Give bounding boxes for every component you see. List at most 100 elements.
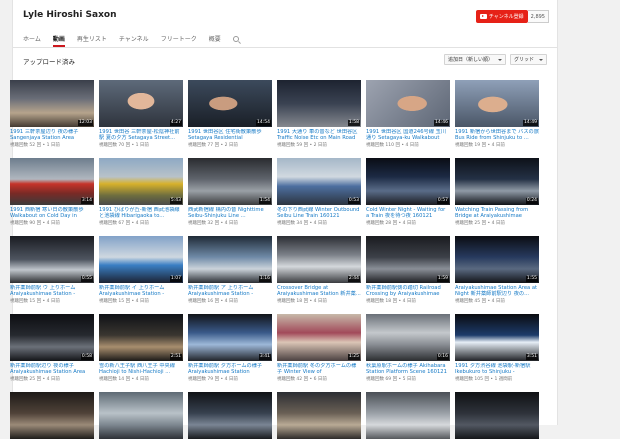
video-thumbnail[interactable]: 14:49 bbox=[455, 80, 539, 127]
video-card[interactable]: 0:53 冬の下り西武線 Winter Outbound Seibu Line T… bbox=[277, 158, 361, 226]
video-card[interactable]: 14:46 1991 世田谷区 国道246号線 玉川通り Setagaya-ku … bbox=[366, 80, 450, 148]
video-title-link[interactable]: 新井薬師前駅 ウ 上りホーム Araiyakushimae Station - bbox=[10, 285, 94, 297]
video-title-link[interactable]: 1991 三軒茶屋辺り 夜の様子 Sangenjaya Station Area bbox=[10, 129, 94, 141]
video-card[interactable]: 0:58 新井薬師前駅辺り 夜の様子 Araiyakushimae Station… bbox=[10, 314, 94, 382]
video-thumbnail[interactable] bbox=[10, 392, 94, 439]
video-card[interactable]: 14:54 1991 世田谷区 住宅街散策散歩 Setagaya Resident… bbox=[188, 80, 272, 148]
video-thumbnail[interactable]: 1:07 bbox=[99, 236, 183, 283]
search-icon[interactable] bbox=[232, 36, 239, 42]
video-title-link[interactable]: Cold Winter Night - Waiting for a Train … bbox=[366, 207, 450, 219]
video-title-link[interactable]: 1991 夕方渋谷線 池袋駅-新宿駅 Ikebukuro to Shinjuku… bbox=[455, 363, 539, 375]
video-thumbnail[interactable]: 1:16 bbox=[188, 236, 272, 283]
video-title-link[interactable]: Araiyakushimae Station Area at Night 新井薬… bbox=[455, 285, 539, 297]
video-card[interactable] bbox=[10, 392, 94, 439]
video-thumbnail[interactable]: 14:46 bbox=[366, 80, 450, 127]
video-title-link[interactable]: 1991 ひばりが丘-新宿 西武池袋線と池袋線 Hibarigaoka to..… bbox=[99, 207, 183, 219]
video-meta: 視聴回数 52 回 • 1 日前 bbox=[10, 143, 60, 149]
view-dropdown[interactable]: グリッド bbox=[509, 54, 547, 65]
video-thumbnail[interactable]: 0:24 bbox=[455, 158, 539, 205]
video-card[interactable] bbox=[99, 392, 183, 439]
video-title-link[interactable]: 冬の下り西武線 Winter Outbound Seibu Line Train… bbox=[277, 207, 361, 219]
video-thumbnail[interactable]: 1:59 bbox=[366, 236, 450, 283]
video-thumbnail[interactable] bbox=[188, 392, 272, 439]
video-title-link[interactable]: 新井薬師前駅側の踏切 Railroad Crossing by Araiyaku… bbox=[366, 285, 450, 297]
tab-playlists[interactable]: 再生リスト bbox=[77, 34, 107, 47]
video-card[interactable]: 1:16 新井薬師前駅 ア 上りホーム Araiyakushimae Statio… bbox=[188, 236, 272, 304]
video-card[interactable]: 3:51 1991 夕方渋谷線 池袋駅-新宿駅 Ikebukuro to Shin… bbox=[455, 314, 539, 382]
video-card[interactable]: 1:59 新井薬師前駅側の踏切 Railroad Crossing by Arai… bbox=[366, 236, 450, 304]
video-title-link[interactable]: 1991 西新宿 寒い日の散策散歩 Walkabout on Cold Day … bbox=[10, 207, 94, 219]
video-thumbnail[interactable]: 2:44 bbox=[277, 236, 361, 283]
video-card[interactable]: 4:27 1991 世田谷 三軒茶屋-松陰神社前駅 夏の夕方 Setagaya S… bbox=[99, 80, 183, 148]
video-card[interactable]: 5:43 1991 ひばりが丘-新宿 西武池袋線と池袋線 Hibarigaoka … bbox=[99, 158, 183, 226]
video-thumbnail[interactable]: 3:14 bbox=[10, 158, 94, 205]
video-card[interactable]: 1:55 Araiyakushimae Station Area at Night… bbox=[455, 236, 539, 304]
video-title-link[interactable]: 西武新宿線 構内の音 Nighttime Seibu-Shinjuku Line… bbox=[188, 207, 272, 219]
video-card[interactable]: 2:51 雪の新八王子駅 西八王子 中央線 Hachioji to Nishi-H… bbox=[99, 314, 183, 382]
video-card[interactable]: 3:14 1991 西新宿 寒い日の散策散歩 Walkabout on Cold … bbox=[10, 158, 94, 226]
video-card[interactable]: 0:55 新井薬師前駅 ウ 上りホーム Araiyakushimae Statio… bbox=[10, 236, 94, 304]
video-thumbnail[interactable]: 14:54 bbox=[188, 80, 272, 127]
video-card[interactable]: 3:41 新井薬師前駅 夕方ホームの様子 Araiyakushimae Stati… bbox=[188, 314, 272, 382]
video-thumbnail[interactable]: 0:57 bbox=[366, 158, 450, 205]
subscribe-button[interactable]: チャンネル登録 bbox=[475, 10, 528, 23]
video-title-link[interactable]: Crossover Bridge at Araiyakushimae Stati… bbox=[277, 285, 361, 297]
video-title-link[interactable]: 1991 新宿から世田谷まで バスの旅 Bus Ride from Shinju… bbox=[455, 129, 539, 141]
video-title-link[interactable]: 1991 大通り 車の音など 世田谷区 Traffic Noise Etc on… bbox=[277, 129, 361, 141]
video-card[interactable]: 1:58 1991 大通り 車の音など 世田谷区 Traffic Noise Et… bbox=[277, 80, 361, 148]
video-thumbnail[interactable] bbox=[455, 392, 539, 439]
video-card[interactable]: 0:57 Cold Winter Night - Waiting for a Tr… bbox=[366, 158, 450, 226]
video-title-link[interactable]: 新井薬師前駅 冬の夕方ホームの様子 Winter View of bbox=[277, 363, 361, 375]
video-title-link[interactable]: 秋葉原駅ホームの様子 Akihabara Station Platform Sc… bbox=[366, 363, 450, 375]
sort-dropdown[interactable]: 追加日（新しい順） bbox=[443, 54, 506, 65]
video-thumbnail[interactable] bbox=[366, 392, 450, 439]
video-thumbnail[interactable]: 0:58 bbox=[10, 314, 94, 361]
video-card[interactable] bbox=[277, 392, 361, 439]
video-card[interactable] bbox=[455, 392, 539, 439]
tab-videos[interactable]: 動画 bbox=[52, 34, 65, 47]
video-title-link[interactable]: 1991 世田谷区 住宅街散策散歩 Setagaya Residential W… bbox=[188, 129, 272, 141]
video-thumbnail[interactable]: 12:03 bbox=[10, 80, 94, 127]
video-thumbnail[interactable]: 4:27 bbox=[99, 80, 183, 127]
video-card[interactable]: 1:54 西武新宿線 構内の音 Nighttime Seibu-Shinjuku … bbox=[188, 158, 272, 226]
video-thumbnail[interactable] bbox=[99, 392, 183, 439]
video-thumbnail[interactable]: 0:55 bbox=[10, 236, 94, 283]
video-duration: 12:03 bbox=[78, 120, 93, 126]
video-thumbnail[interactable]: 5:43 bbox=[99, 158, 183, 205]
video-card[interactable]: 1:07 新井薬師前駅 イ 上りホーム Araiyakushimae Statio… bbox=[99, 236, 183, 304]
video-card[interactable]: 0:24 Watching Train Passing from Bridge a… bbox=[455, 158, 539, 226]
video-card[interactable]: 1:25 新井薬師前駅 冬の夕方ホームの様子 Winter View of 視聴回数… bbox=[277, 314, 361, 382]
video-title-link[interactable]: 雪の新八王子駅 西八王子 中央線 Hachioji to Nishi-Hachi… bbox=[99, 363, 183, 375]
video-card[interactable]: 0:16 秋葉原駅ホームの様子 Akihabara Station Platfor… bbox=[366, 314, 450, 382]
video-card[interactable] bbox=[366, 392, 450, 439]
video-thumbnail[interactable]: 0:53 bbox=[277, 158, 361, 205]
tab-home[interactable]: ホーム bbox=[23, 34, 41, 47]
video-thumbnail[interactable]: 2:51 bbox=[99, 314, 183, 361]
video-thumbnail[interactable]: 3:41 bbox=[188, 314, 272, 361]
video-thumbnail[interactable]: 3:51 bbox=[455, 314, 539, 361]
video-thumbnail[interactable]: 1:58 bbox=[277, 80, 361, 127]
video-card[interactable]: 12:03 1991 三軒茶屋辺り 夜の様子 Sangenjaya Station… bbox=[10, 80, 94, 148]
tab-about[interactable]: 概要 bbox=[209, 34, 221, 47]
view-dropdown-label: グリッド bbox=[513, 57, 534, 63]
video-thumbnail[interactable]: 0:16 bbox=[366, 314, 450, 361]
tab-discussion[interactable]: フリートーク bbox=[161, 34, 197, 47]
video-title-link[interactable]: 新井薬師前駅 ア 上りホーム Araiyakushimae Station - bbox=[188, 285, 272, 297]
chevron-down-icon bbox=[539, 58, 543, 61]
video-thumbnail[interactable] bbox=[277, 392, 361, 439]
video-title-link[interactable]: 1991 世田谷区 国道246号線 玉川通り Setagaya-ku Walka… bbox=[366, 129, 450, 141]
video-title-link[interactable]: Watching Train Passing from Bridge at Ar… bbox=[455, 207, 539, 219]
video-card[interactable]: 2:44 Crossover Bridge at Araiyakushimae S… bbox=[277, 236, 361, 304]
video-title-link[interactable]: 新井薬師前駅 夕方ホームの様子 Araiyakushimae Station E… bbox=[188, 363, 272, 375]
video-card[interactable] bbox=[188, 392, 272, 439]
video-thumbnail[interactable]: 1:54 bbox=[188, 158, 272, 205]
video-thumbnail[interactable]: 1:55 bbox=[455, 236, 539, 283]
video-title-link[interactable]: 1991 世田谷 三軒茶屋-松陰神社前駅 夏の夕方 Setagaya Stree… bbox=[99, 129, 183, 141]
video-card[interactable]: 14:49 1991 新宿から世田谷まで バスの旅 Bus Ride from S… bbox=[455, 80, 539, 148]
tab-channels[interactable]: チャンネル bbox=[119, 34, 149, 47]
video-thumbnail[interactable]: 1:25 bbox=[277, 314, 361, 361]
video-meta: 視聴回数 45 回 • 4 日前 bbox=[455, 299, 505, 305]
channel-title[interactable]: Lyle Hiroshi Saxon bbox=[23, 10, 117, 20]
video-title-link[interactable]: 新井薬師前駅辺り 夜の様子 Araiyakushimae Station Are… bbox=[10, 363, 94, 375]
video-title-link[interactable]: 新井薬師前駅 イ 上りホーム Araiyakushimae Station - bbox=[99, 285, 183, 297]
